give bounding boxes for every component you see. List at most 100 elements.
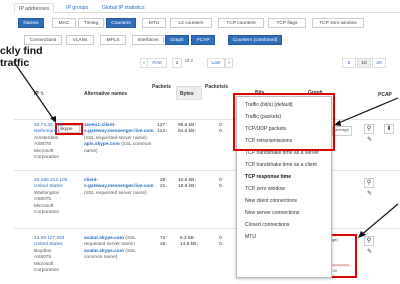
btn-timing[interactable]: Timing xyxy=(78,18,104,28)
pager-first[interactable]: First xyxy=(147,58,167,68)
dropdown-item[interactable]: MTU xyxy=(245,234,256,240)
btn-l4-counters[interactable]: L4 counters xyxy=(170,18,212,28)
page-size-20[interactable]: 20 xyxy=(372,58,386,68)
col-alt-names: Alternative names xyxy=(84,91,128,97)
table-row: 13.69.117.223 United States Boydton AS80… xyxy=(34,236,64,274)
col-bytes-label: Bytes xyxy=(180,91,194,97)
row-alt-names: azeeu1-client- s.gateway.messenger.live.… xyxy=(84,123,154,155)
row-org-2: Corporation xyxy=(34,210,60,216)
packets-out: 137 xyxy=(157,123,166,128)
row-packets-s: 0↑ 0↓ xyxy=(219,123,224,136)
btn-mtu[interactable]: MTU xyxy=(142,18,166,28)
pager-last-arrow[interactable]: » xyxy=(225,58,233,68)
pager-of: of 2 xyxy=(185,59,194,64)
btn-mac[interactable]: MAC xyxy=(52,18,76,28)
btn-tcp-zero-window[interactable]: TCP zero window xyxy=(312,18,364,28)
dropdown-item[interactable]: Closed connections xyxy=(245,222,289,228)
btn-vlans[interactable]: VLANs xyxy=(66,35,94,45)
row-org-2: Corporation xyxy=(34,155,60,161)
arrow-up-icon: ↑ xyxy=(165,123,168,128)
row-country[interactable]: Netherlands xyxy=(34,129,62,135)
arrow-down-icon: ↓ xyxy=(194,129,197,135)
alt-name-link-2[interactable]: s.gateway.messenger.live.com xyxy=(84,129,154,135)
dropdown-highlight xyxy=(233,93,335,151)
tab-ip-addresses[interactable]: IP addresses xyxy=(14,3,55,13)
bytes-in: 18.6 kB xyxy=(178,184,195,190)
arrow-up-icon: ↑ xyxy=(221,123,225,128)
row-org-2: Corporation xyxy=(34,268,60,274)
alt-name-link[interactable]: avatar.skype.com xyxy=(84,236,124,241)
btn-pcap[interactable]: PCAP xyxy=(191,35,215,45)
top-tabs: IP addresses IP groups Global IP statist… xyxy=(14,0,400,13)
pin-icon[interactable]: ✎ xyxy=(367,248,372,255)
dropdown-item[interactable]: New client connections xyxy=(245,198,297,204)
row-packets: 137↑ 113↓ xyxy=(157,123,167,136)
btn-interfaces[interactable]: Interfaces xyxy=(132,35,164,45)
bytes-out: 6.2 kB xyxy=(180,236,194,241)
dropdown-item-selected[interactable]: TCP response time xyxy=(245,174,291,180)
pager-last[interactable]: Last xyxy=(207,58,225,68)
alt-name-link-2[interactable]: avatar.skype.com xyxy=(84,249,124,254)
arrow-up-icon: ↑ xyxy=(165,178,168,183)
alt-name-note: (SSL xyxy=(125,236,137,241)
alt-name-link-2[interactable]: s.gateway.messenger.live.com xyxy=(84,184,154,190)
table-row: 40.74.32.146 Netherlands Amsterdam AS807… xyxy=(34,123,62,161)
btn-counters-combined[interactable]: Counters (combined) xyxy=(228,35,282,45)
arrow-down-icon: ↓ xyxy=(165,184,168,190)
btn-tcp-counters[interactable]: TCP counters xyxy=(218,18,264,28)
arrow-down-icon: ↓ xyxy=(165,242,168,248)
packets-in: 113 xyxy=(157,129,166,135)
arrow-down-icon: ↓ xyxy=(221,129,225,135)
btn-tcp-flags[interactable]: TCP flags xyxy=(268,18,306,28)
arrow-up-icon: ↑ xyxy=(194,123,197,128)
alt-name-link-3[interactable]: apis.skype.com xyxy=(84,142,120,147)
bytes-in: 84.0 kB xyxy=(178,129,195,135)
dropdown-item[interactable]: TCP zero window xyxy=(245,186,285,192)
arrow-down-icon: ↓ xyxy=(194,184,197,190)
row-country[interactable]: United States xyxy=(34,184,67,190)
arrow-up-icon: ↑ xyxy=(221,236,225,241)
callout-arrows xyxy=(334,97,399,238)
dropdown-item[interactable]: TCP handshake time as a client xyxy=(245,162,317,168)
arrow-down-icon: ↓ xyxy=(221,242,225,248)
arrow-down-icon: ↓ xyxy=(196,242,199,248)
arrow-up-icon: ↑ xyxy=(193,236,197,241)
btn-mpls[interactable]: MPLS xyxy=(100,35,126,45)
page-size-10[interactable]: 10 xyxy=(357,58,371,68)
row-packets: 29↑ 21↓ xyxy=(160,178,168,191)
btn-graph[interactable]: Graph xyxy=(165,35,189,45)
alt-name-note-4: common name) xyxy=(84,255,118,261)
row-bytes: 10.6 kB↑ 18.6 kB↓ xyxy=(178,178,197,191)
pager-page-input[interactable]: 1 xyxy=(172,58,182,68)
row-country[interactable]: United States xyxy=(34,242,64,248)
row-bytes: 96.8 kB↑ 84.0 kB↓ xyxy=(178,123,197,136)
callout-arrow-left xyxy=(13,61,56,123)
arrow-down-icon: ↓ xyxy=(221,184,225,190)
row-alt-names: client- s.gateway.messenger.live.com (SS… xyxy=(84,178,154,197)
col-packets[interactable]: Packets xyxy=(152,84,171,90)
col-bytes[interactable]: Bytes xyxy=(176,86,202,100)
alt-name-note: (SSL requested server name) xyxy=(84,190,147,196)
alt-name-note-3: (SSL xyxy=(124,248,137,254)
dropdown-item[interactable]: New server connections xyxy=(245,210,299,216)
btn-names[interactable]: Names xyxy=(18,18,44,28)
table-row: 20.190.212.106 United States Washington … xyxy=(34,178,67,216)
bytes-out: 96.8 kB xyxy=(178,123,195,128)
col-packets-s[interactable]: Packets/s xyxy=(205,84,228,90)
arrow-down-icon: ↓ xyxy=(165,129,168,135)
tab-global-ip-statistics[interactable]: Global IP statistics xyxy=(98,3,149,13)
row-packets: 72↑ 46↓ xyxy=(160,236,168,249)
callout-line-1: ckly find xyxy=(0,45,43,57)
row-bytes: 6.2 kB↑ 14.8 kB↓ xyxy=(180,236,199,249)
bytes-out: 10.6 kB xyxy=(178,178,195,183)
row-packets-s: 0↑ 0↓ xyxy=(219,178,224,191)
btn-counters[interactable]: Counters xyxy=(106,18,136,28)
page-size-5[interactable]: 5 xyxy=(342,58,356,68)
tab-ip-groups[interactable]: IP groups xyxy=(62,3,92,13)
alt-name-note-3: name) xyxy=(84,148,98,154)
arrow-up-icon: ↑ xyxy=(221,178,225,183)
bytes-in: 14.8 kB xyxy=(180,242,197,248)
row-alt-names: avatar.skype.com (SSL requested server n… xyxy=(84,236,136,262)
row-packets-s: 0↑ 0↓ xyxy=(219,236,224,249)
btn-connections[interactable]: Connections xyxy=(24,35,62,45)
